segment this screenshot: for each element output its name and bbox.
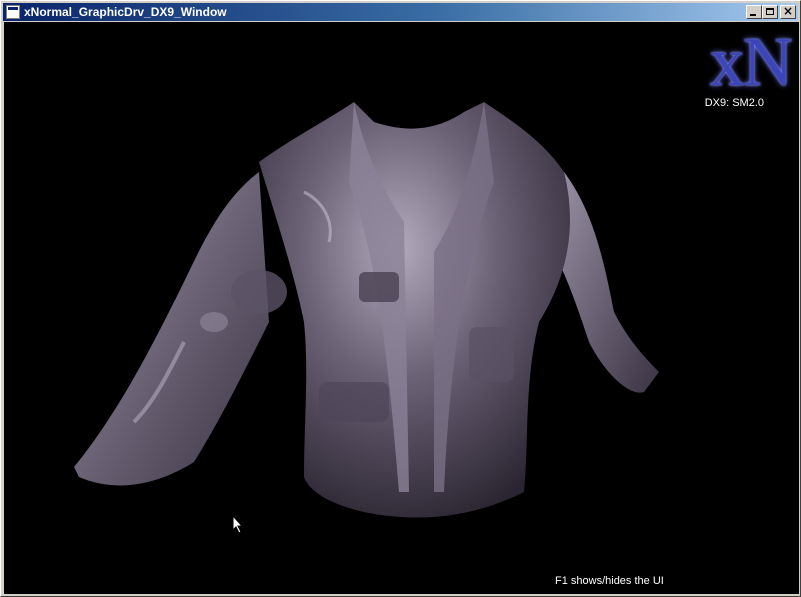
maximize-button[interactable] [762, 5, 778, 19]
mouse-cursor-icon [232, 515, 244, 534]
maximize-icon [766, 8, 774, 15]
window-title: xNormal_GraphicDrv_DX9_Window [24, 5, 227, 19]
close-button[interactable]: × [780, 4, 796, 19]
window-icon[interactable] [6, 5, 20, 19]
ui-toggle-hint: F1 shows/hides the UI [555, 575, 664, 587]
title-buttons: × [746, 4, 796, 19]
renderer-label: DX9: SM2.0 [704, 97, 764, 109]
title-bar[interactable]: xNormal_GraphicDrv_DX9_Window × [3, 3, 798, 21]
render-viewport[interactable]: xN DX9: SM2.0 F1 shows/hides the UI [4, 22, 799, 594]
minimize-button[interactable] [746, 5, 762, 19]
jacket-model [74, 102, 659, 518]
minimize-icon [750, 14, 756, 16]
xnormal-logo: xN [709, 24, 793, 101]
close-icon: × [782, 4, 794, 18]
app-window: xNormal_GraphicDrv_DX9_Window × xN DX9: … [0, 0, 801, 597]
